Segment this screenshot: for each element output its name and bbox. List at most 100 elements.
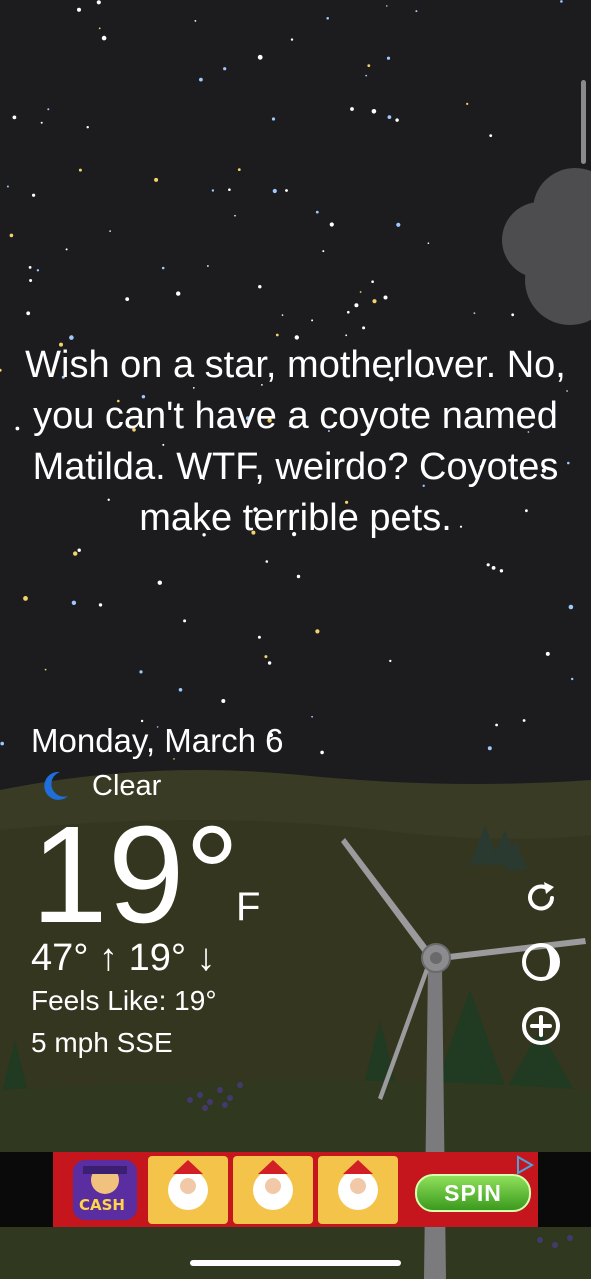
star	[71, 600, 77, 605]
star	[199, 77, 203, 82]
star	[28, 266, 32, 269]
star	[354, 303, 359, 308]
star	[415, 10, 418, 13]
star	[98, 27, 101, 30]
star	[473, 312, 476, 315]
ad-banner[interactable]: CASH SPIN	[0, 1152, 591, 1227]
landscape-illustration	[0, 0, 591, 1279]
star	[489, 134, 493, 138]
star	[495, 723, 498, 727]
refresh-icon[interactable]	[520, 877, 562, 919]
star	[178, 688, 183, 692]
star	[522, 719, 526, 722]
star	[371, 280, 374, 284]
star	[326, 17, 330, 20]
star	[257, 54, 263, 60]
star	[311, 715, 313, 718]
star	[221, 699, 226, 703]
star	[347, 310, 350, 314]
star	[211, 189, 215, 192]
wind-speed: 5 mph SSE	[31, 1027, 173, 1058]
star	[345, 334, 348, 337]
moon-phase-icon[interactable]	[520, 941, 562, 983]
star	[207, 265, 209, 267]
star	[350, 107, 354, 111]
star	[571, 677, 574, 681]
star	[387, 115, 392, 119]
star	[371, 109, 377, 114]
cloud	[502, 168, 591, 325]
star	[315, 210, 319, 214]
ad-creative[interactable]: CASH SPIN	[53, 1152, 538, 1227]
star	[183, 619, 187, 623]
star	[511, 313, 515, 317]
star	[386, 56, 391, 60]
star	[44, 668, 47, 671]
star	[264, 655, 268, 659]
weather-quote: Wish on a star, motherlover. No, you can…	[25, 344, 566, 539]
star	[367, 64, 371, 67]
star	[78, 168, 82, 172]
star	[0, 741, 4, 746]
star	[365, 74, 368, 77]
star	[486, 563, 490, 567]
star	[290, 38, 294, 41]
star	[31, 193, 36, 197]
star	[372, 299, 377, 304]
spin-button[interactable]: SPIN	[415, 1174, 531, 1212]
star	[491, 566, 496, 570]
star	[161, 266, 165, 270]
star	[545, 651, 550, 656]
high-low-temperature: 47° ↑ 19° ↓	[31, 937, 216, 979]
star	[281, 314, 284, 316]
star	[65, 248, 68, 251]
star	[271, 117, 276, 121]
star	[40, 121, 43, 124]
star	[194, 20, 197, 22]
star	[487, 746, 492, 751]
star	[154, 177, 159, 182]
star	[73, 551, 78, 556]
star	[96, 0, 101, 5]
star	[23, 596, 28, 601]
star	[296, 574, 301, 579]
star	[176, 291, 181, 296]
star	[26, 311, 31, 316]
star	[258, 285, 262, 289]
star	[466, 102, 469, 105]
star	[139, 670, 143, 674]
star	[320, 750, 324, 755]
star	[383, 295, 388, 300]
star	[322, 250, 325, 253]
star	[294, 335, 299, 340]
star	[395, 118, 399, 122]
star	[77, 7, 81, 12]
star	[0, 368, 2, 372]
star	[234, 214, 236, 217]
star	[86, 126, 89, 129]
star	[499, 569, 504, 573]
star	[311, 319, 314, 322]
home-indicator[interactable]	[190, 1260, 401, 1266]
adchoices-icon[interactable]	[515, 1155, 535, 1175]
star	[77, 548, 81, 552]
temperature-unit: F	[236, 885, 261, 929]
star	[568, 604, 574, 610]
star	[12, 115, 17, 120]
star	[362, 326, 366, 330]
ad-logo-text: CASH	[79, 1196, 125, 1214]
star	[389, 659, 392, 663]
current-date: Monday, March 6	[31, 722, 284, 759]
star	[272, 188, 277, 194]
current-temperature: 19°	[31, 798, 240, 952]
add-location-icon[interactable]	[520, 1005, 562, 1047]
scrollbar[interactable]	[581, 80, 586, 164]
star	[285, 189, 288, 192]
star	[267, 661, 272, 665]
star	[98, 603, 103, 607]
star	[396, 222, 401, 227]
star	[36, 269, 40, 272]
star	[237, 168, 241, 172]
star	[125, 297, 130, 301]
star	[386, 5, 388, 7]
